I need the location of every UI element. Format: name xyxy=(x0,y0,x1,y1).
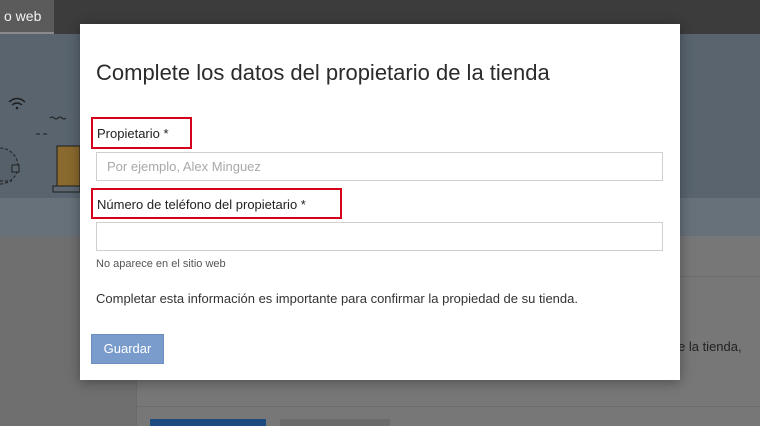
dialog-title: Complete los datos del propietario de la… xyxy=(96,60,550,85)
secondary-button[interactable] xyxy=(280,419,390,426)
info-text: Completar esta información es importante… xyxy=(96,291,578,306)
phone-label: Número de teléfono del propietario * xyxy=(91,188,342,219)
owner-phone-input[interactable] xyxy=(96,222,663,251)
background-text: e la tienda, xyxy=(678,339,742,354)
owner-name-input[interactable] xyxy=(96,152,663,181)
owner-details-dialog: Complete los datos del propietario de la… xyxy=(80,24,680,380)
divider xyxy=(136,406,760,407)
website-tab[interactable]: o web xyxy=(0,0,54,34)
save-button[interactable]: Guardar xyxy=(91,334,164,364)
primary-button[interactable] xyxy=(150,419,266,426)
banner-illustration xyxy=(0,97,80,193)
owner-label: Propietario * xyxy=(91,117,192,149)
phone-help-text: No aparece en el sitio web xyxy=(96,258,226,270)
